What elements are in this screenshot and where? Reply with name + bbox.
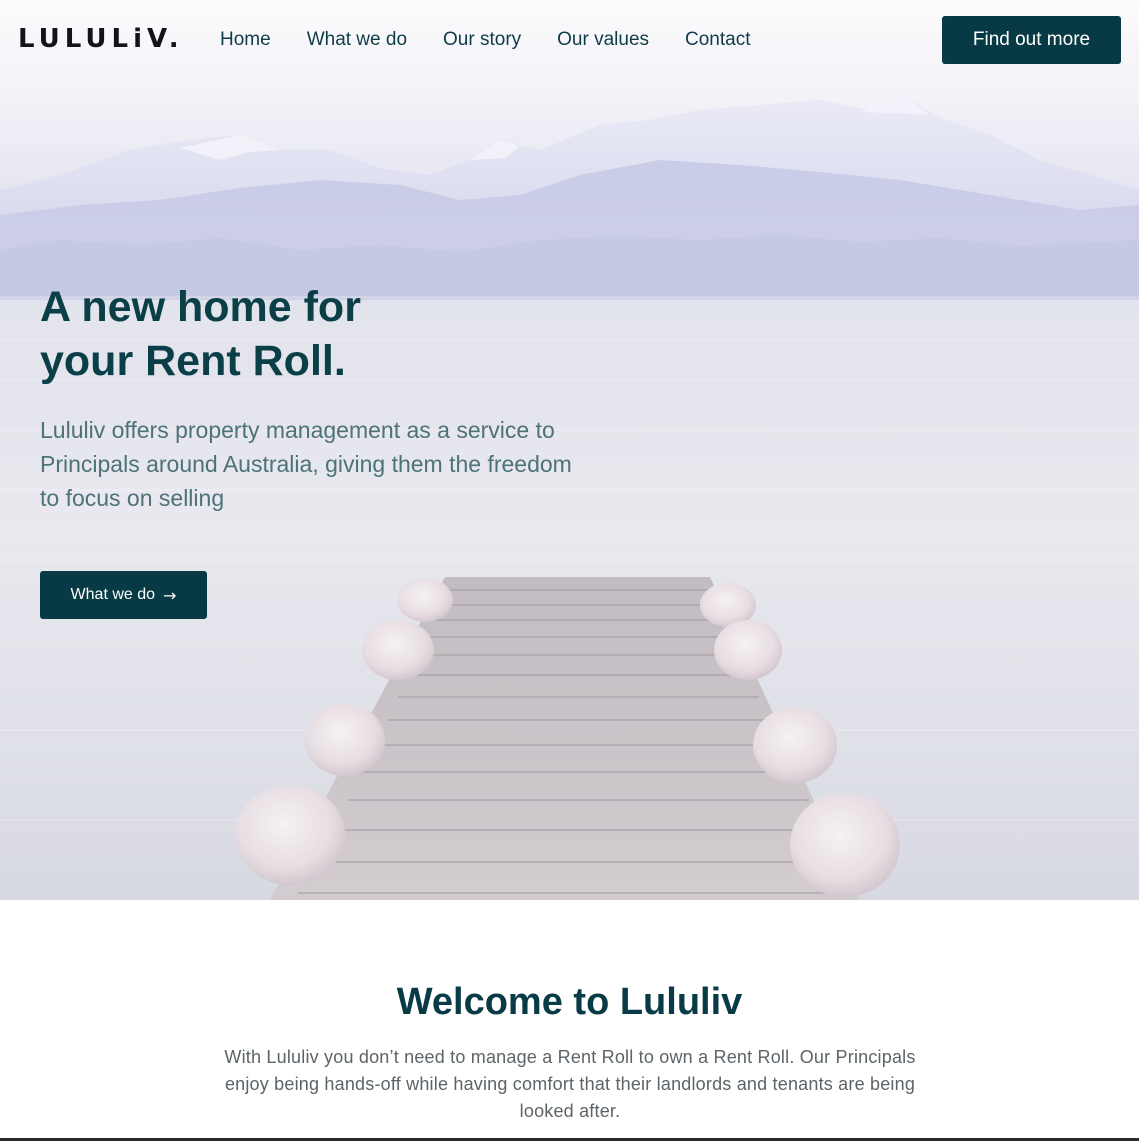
nav-link-contact[interactable]: Contact: [685, 28, 750, 52]
welcome-section: Welcome to Lululiv With Lululiv you don’…: [0, 900, 1139, 1141]
nav-link-our-story[interactable]: Our story: [443, 28, 521, 52]
welcome-text: With Lululiv you don’t need to manage a …: [224, 1047, 916, 1121]
arrow-right-icon: →: [163, 585, 177, 605]
hero-title-line-2: your Rent Roll.: [40, 337, 346, 385]
nav-link-what-we-do[interactable]: What we do: [307, 28, 407, 52]
nav-links: Home What we do Our story Our values Con…: [220, 28, 751, 52]
nav-link-our-values[interactable]: Our values: [557, 28, 649, 52]
hero-title-line-1: A new home for: [40, 283, 361, 331]
what-we-do-button[interactable]: What we do →: [40, 571, 207, 619]
brand-logo[interactable]: LULULiV.: [18, 24, 184, 54]
hero-subtitle: Lululiv offers property management as a …: [40, 417, 572, 511]
welcome-title: Welcome to Lululiv: [396, 981, 743, 1023]
find-out-more-button[interactable]: Find out more: [942, 16, 1121, 64]
what-we-do-button-label: What we do: [70, 586, 156, 603]
nav-link-home[interactable]: Home: [220, 28, 271, 52]
top-navigation: LULULiV. Home What we do Our story Our v…: [0, 0, 1139, 80]
hero-title: A new home for your Rent Roll.: [40, 280, 560, 388]
